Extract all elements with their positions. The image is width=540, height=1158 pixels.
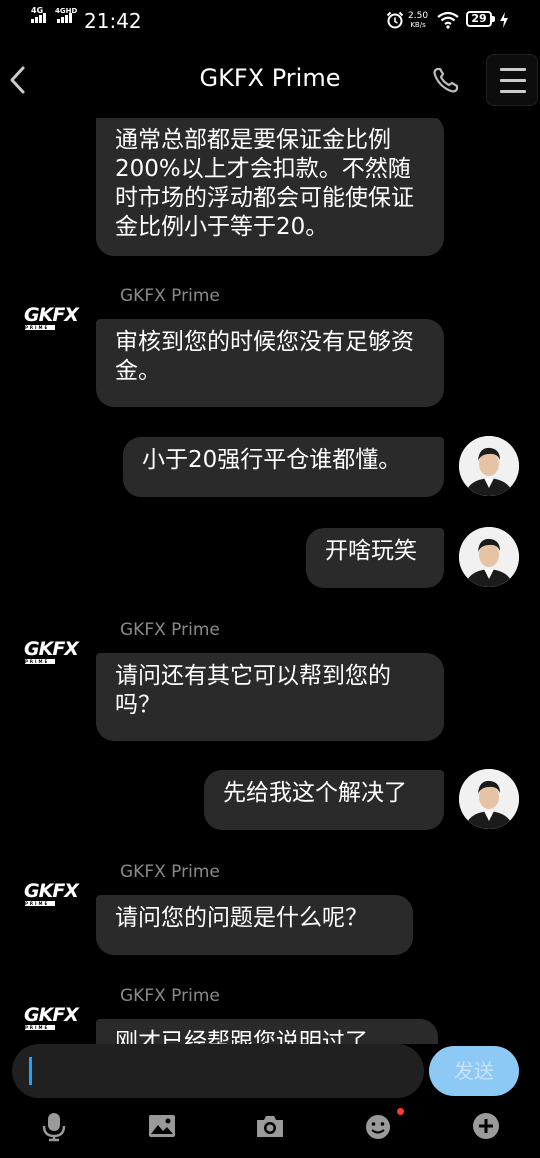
user-avatar[interactable] [459,769,519,829]
chat-header: GKFX Prime [0,42,540,118]
menu-button[interactable] [486,54,538,106]
message-bubble[interactable]: 审核到您的时候您没有足够资金。 [96,319,444,407]
phone-icon[interactable] [432,66,460,94]
message-bubble[interactable]: 开啥玩笑 [306,528,444,588]
message-text: 审核到您的时候您没有足够资金。 [115,329,414,384]
speed-value: 2.50 [408,11,429,21]
menu-line [500,90,526,93]
charging-bolt-icon [500,12,508,28]
gkfx-avatar[interactable]: GKFX PRIME [24,1006,82,1030]
network-speed: 2.50 KB/s [408,12,428,30]
signal-2-label: 4GHD [55,7,78,15]
logo-text: GKFX [24,1004,79,1026]
message-bubble[interactable]: 刚才已经帮跟您说明过了 [96,1019,438,1044]
notification-dot [397,1108,404,1115]
message-bubble[interactable]: 先给我这个解决了 [204,770,444,830]
message-text: 先给我这个解决了 [223,780,407,806]
message-text: 请问还有其它可以帮到您的吗？ [115,663,391,718]
gkfx-avatar[interactable]: GKFX PRIME [24,306,82,330]
message-text: 通常总部都是要保证金比例200%以上才会扣款。不然随时市场的浮动都会可能使保证金… [115,127,414,240]
message-bubble[interactable]: 小于20强行平仓谁都懂。 [123,437,444,497]
logo-text: GKFX [24,880,79,902]
bottom-toolbar [0,1100,540,1158]
signal-2-icon: 4GHD [55,7,77,23]
camera-icon[interactable] [254,1110,286,1142]
microphone-icon[interactable] [38,1110,70,1142]
user-avatar[interactable] [459,436,519,496]
image-icon[interactable] [146,1110,178,1142]
message-bubble[interactable]: 请问还有其它可以帮到您的吗？ [96,653,444,741]
logo-text: GKFX [24,638,79,660]
sender-name: GKFX Prime [120,986,220,1006]
alarm-icon [386,11,404,29]
gkfx-avatar[interactable]: GKFX PRIME [24,882,82,906]
chat-message-list[interactable]: 通常总部都是要保证金比例200%以上才会扣款。不然随时市场的浮动都会可能使保证金… [0,118,540,1044]
message-text: 小于20强行平仓谁都懂。 [142,447,402,473]
plus-icon[interactable] [470,1110,502,1142]
message-bubble[interactable]: 请问您的问题是什么呢？ [96,895,413,955]
battery-tip [492,16,495,22]
message-text: 开啥玩笑 [325,538,417,564]
message-text: 请问您的问题是什么呢？ [115,905,368,931]
message-input[interactable] [12,1044,424,1098]
speed-unit: KB/s [410,21,426,29]
battery-icon: 29 [466,11,492,27]
signal-1-label: 4G [31,6,44,15]
send-button[interactable]: 发送 [429,1046,519,1096]
gkfx-avatar[interactable]: GKFX PRIME [24,640,82,664]
sender-name: GKFX Prime [120,862,220,882]
user-avatar[interactable] [459,527,519,587]
emoji-icon[interactable] [362,1110,394,1142]
message-text: 刚才已经帮跟您说明过了 [115,1029,368,1044]
status-bar: 4G 4GHD 21:42 2.50 KB/s 29 [0,0,540,42]
message-bubble[interactable]: 通常总部都是要保证金比例200%以上才会扣款。不然随时市场的浮动都会可能使保证金… [96,118,444,256]
menu-line [500,79,526,82]
battery-level: 29 [471,12,487,25]
logo-text: GKFX [24,304,79,326]
sender-name: GKFX Prime [120,286,220,306]
sender-name: GKFX Prime [120,620,220,640]
composer: 发送 [0,1044,540,1100]
menu-line [500,68,526,71]
text-caret [29,1057,32,1085]
wifi-icon [437,11,459,29]
status-time: 21:42 [84,9,142,33]
signal-1-icon: 4G [31,6,47,23]
